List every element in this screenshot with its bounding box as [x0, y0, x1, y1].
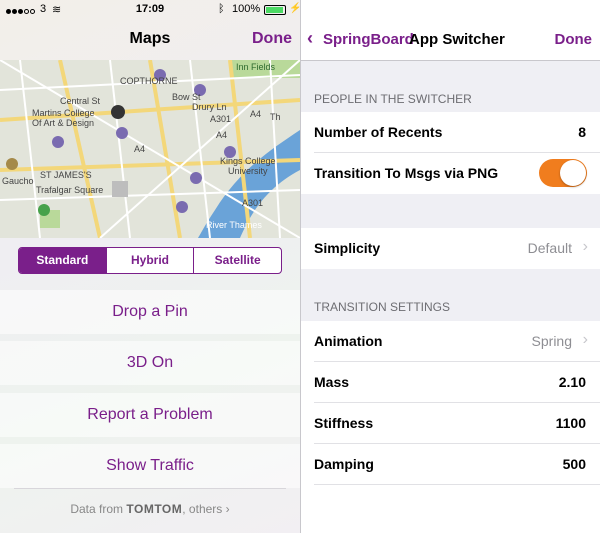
attribution-prefix: Data from [70, 502, 124, 516]
row-label: Transition To Msgs via PNG [314, 165, 499, 181]
page-title: App Switcher [409, 31, 505, 48]
map-label: River Thames [206, 220, 262, 230]
row-mass[interactable]: Mass 2.10 [301, 362, 600, 403]
section-header-people: PEOPLE IN THE SWITCHER [314, 92, 472, 106]
drop-pin-button[interactable]: Drop a Pin [0, 290, 300, 334]
map-graphic: COPTHORNE Inn Fields Central St Martins … [0, 60, 300, 238]
map-label: A4 [250, 109, 261, 119]
chevron-right-icon: › [225, 502, 230, 516]
charging-icon: ⚡ [289, 3, 300, 14]
divider [14, 488, 286, 489]
map-label: COPTHORNE [120, 76, 178, 86]
map-label: Drury Ln [192, 102, 227, 112]
map-label: Trafalgar Square [36, 185, 103, 195]
map-label: Bow St [172, 92, 201, 102]
row-stiffness[interactable]: Stiffness 1100 [301, 403, 600, 444]
row-label: Number of Recents [314, 124, 443, 140]
map-label: ST JAMES'S [40, 170, 92, 180]
attribution-suffix: , others [182, 502, 223, 516]
segment-standard[interactable]: Standard [19, 248, 107, 273]
map-attribution[interactable]: Data from TOMTOM, others › [0, 502, 300, 516]
map-label: Th [270, 112, 281, 122]
transition-toggle[interactable] [539, 159, 587, 187]
3d-toggle-button[interactable]: 3D On [0, 341, 300, 385]
bluetooth-icon: ᛒ [218, 3, 225, 15]
map-label: University [228, 166, 268, 176]
map-label: A301 [242, 198, 263, 208]
map-label: A301 [210, 114, 231, 124]
settings-panel: ‹ SpringBoard App Switcher Done PEOPLE I… [301, 0, 600, 533]
map-label: Kings College [220, 156, 276, 166]
back-button[interactable]: SpringBoard [323, 31, 414, 48]
battery-percent: 100% [232, 3, 261, 15]
row-transition-png: Transition To Msgs via PNG [301, 153, 600, 194]
done-button[interactable]: Done [252, 30, 292, 48]
row-label: Stiffness [314, 415, 374, 431]
tomtom-logo: TOMTOM [126, 502, 183, 516]
map-type-segmented-control: Standard Hybrid Satellite [18, 247, 282, 274]
map-preview[interactable]: COPTHORNE Inn Fields Central St Martins … [0, 60, 300, 238]
maps-navbar: Maps Done [0, 20, 300, 60]
status-bar: 3 ≋ 17:09 ᛒ 100% ⚡ [0, 0, 300, 20]
row-value: Spring [531, 333, 572, 349]
chevron-left-icon[interactable]: ‹ [307, 28, 313, 49]
row-simplicity[interactable]: Simplicity Default › [301, 228, 600, 269]
row-label: Animation [314, 333, 383, 349]
row-number-of-recents[interactable]: Number of Recents 8 [301, 112, 600, 153]
map-label: Of Art & Design [32, 118, 94, 128]
map-label: Gaucho [2, 176, 34, 186]
row-label: Damping [314, 456, 374, 472]
segment-hybrid[interactable]: Hybrid [107, 248, 195, 273]
row-value: 8 [578, 124, 586, 140]
map-label: Central St [60, 96, 101, 106]
maps-panel: 3 ≋ 17:09 ᛒ 100% ⚡ Maps Done COPTHORNE I… [0, 0, 300, 533]
map-label: A4 [134, 144, 145, 154]
map-label: Martins College [32, 108, 95, 118]
row-value: Default [527, 240, 572, 256]
chevron-right-icon: › [582, 238, 588, 255]
segment-satellite[interactable]: Satellite [194, 248, 281, 273]
map-label: A4 [216, 130, 227, 140]
section-header-transition: TRANSITION SETTINGS [314, 300, 451, 314]
battery-icon [264, 5, 286, 15]
row-label: Mass [314, 374, 350, 390]
settings-navbar: ‹ SpringBoard App Switcher Done [301, 20, 600, 61]
row-value: 1100 [555, 415, 586, 431]
chevron-right-icon: › [582, 331, 588, 348]
status-bar-right [301, 0, 600, 20]
row-value: 500 [562, 456, 586, 472]
show-traffic-button[interactable]: Show Traffic [0, 444, 300, 488]
row-partial[interactable] [301, 485, 600, 533]
row-damping[interactable]: Damping 500 [301, 444, 600, 485]
row-value: 2.10 [558, 374, 586, 390]
row-animation[interactable]: Animation Spring › [301, 321, 600, 362]
done-button[interactable]: Done [555, 31, 593, 48]
report-problem-button[interactable]: Report a Problem [0, 393, 300, 437]
map-label: Inn Fields [236, 62, 276, 72]
row-label: Simplicity [314, 240, 381, 256]
